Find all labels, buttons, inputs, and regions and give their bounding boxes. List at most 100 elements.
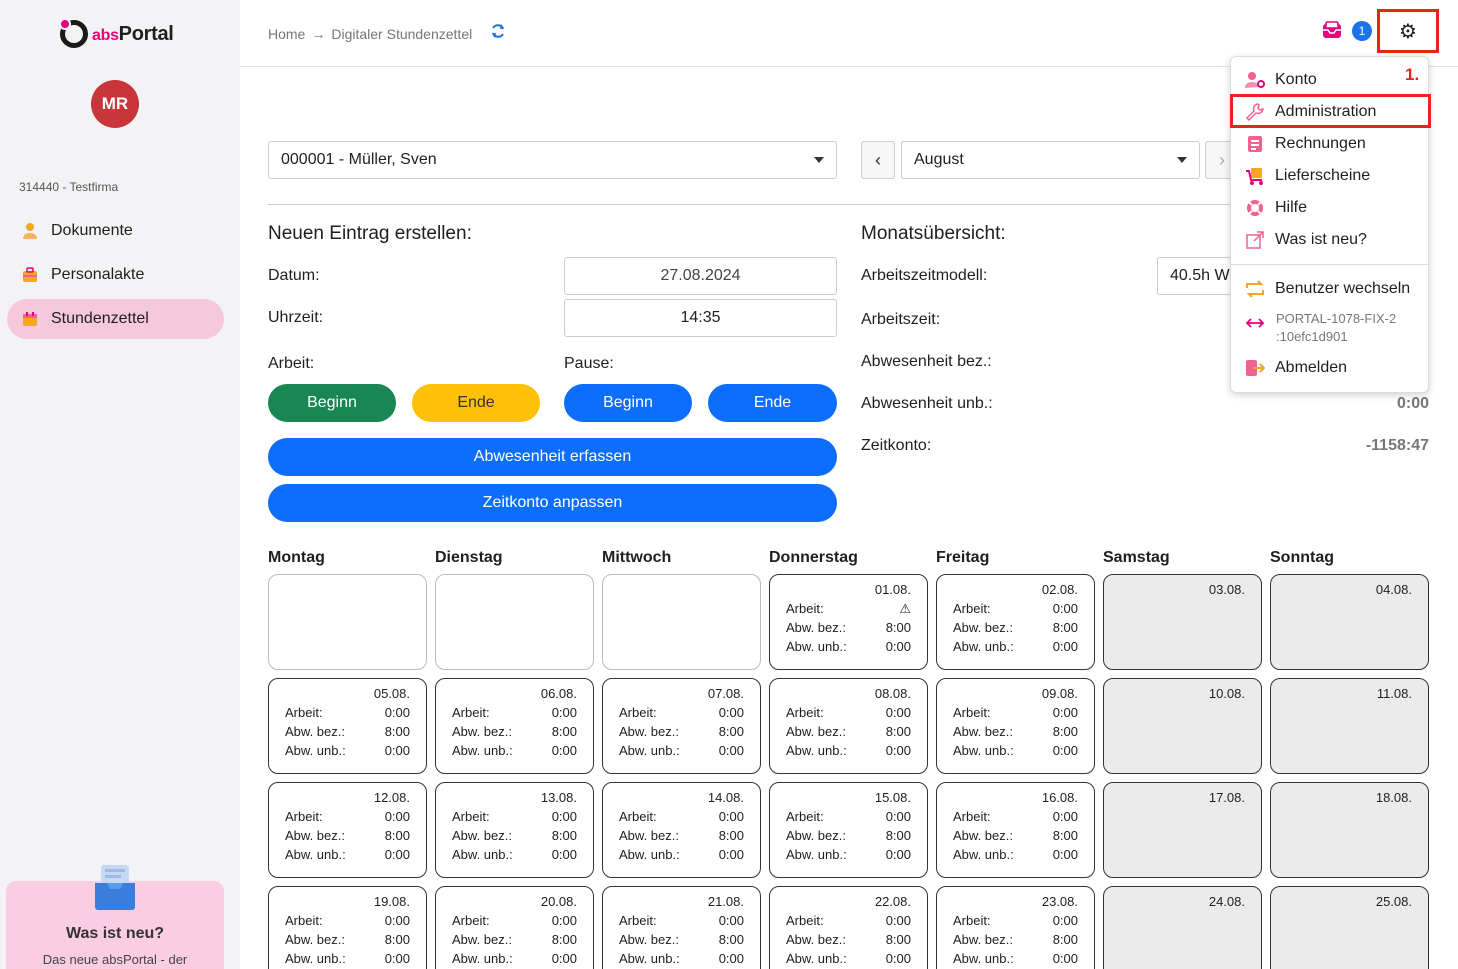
avatar[interactable]: MR — [91, 80, 139, 128]
calendar-day-row-unpaid: Abw. unb.: 0:00 — [786, 639, 911, 654]
calendar-day-cell[interactable]: 03.08. — [1103, 574, 1262, 670]
row-value: 8:00 — [885, 724, 911, 739]
calendar-day-cell[interactable]: 25.08. — [1270, 886, 1429, 969]
whats-new-text: Das neue absPortal - der — [42, 952, 188, 967]
row-value: 0:00 — [384, 743, 410, 758]
calendar-day-row-work: Arbeit: 0:00 — [786, 913, 911, 928]
calendar-day-date: 10.08. — [1208, 686, 1245, 701]
calendar-day-cell[interactable]: 19.08. Arbeit: 0:00 Abw. bez.: 8:00 Abw. unb.… — [268, 886, 427, 969]
portal-version: PORTAL-1078-FIX-2 :10efc1d901 — [1276, 310, 1396, 346]
warning-icon: ⚠ — [899, 601, 911, 616]
sidebar-item-stundenzettel[interactable]: Stundenzettel — [7, 299, 224, 339]
chevron-right-icon: › — [1219, 149, 1225, 170]
calendar-day-cell[interactable]: 20.08. Arbeit: 0:00 Abw. bez.: 8:00 Abw. unb.… — [435, 886, 594, 969]
calendar-day-row-work: Arbeit: 0:00 — [786, 705, 911, 720]
work-end-button[interactable]: Ende — [412, 384, 540, 422]
calendar-day-cell[interactable]: 07.08. Arbeit: 0:00 Abw. bez.: 8:00 Abw. unb.… — [602, 678, 761, 774]
date-field[interactable]: 27.08.2024 — [564, 257, 837, 295]
settings-button[interactable]: ⚙ — [1377, 9, 1439, 53]
menu-item-lieferscheine[interactable]: Lieferscheine — [1245, 166, 1370, 186]
row-label: Abw. bez.: — [285, 932, 345, 947]
pause-end-button[interactable]: Ende — [708, 384, 837, 422]
sidebar-item-dokumente[interactable]: Dokumente — [7, 211, 224, 251]
month-overview-title: Monatsübersicht: — [861, 223, 1006, 244]
whats-new-card[interactable]: Was ist neu? Das neue absPortal - der — [6, 865, 224, 969]
calendar-day-cell[interactable]: 15.08. Arbeit: 0:00 Abw. bez.: 8:00 Abw. unb.… — [769, 782, 928, 878]
calendar-day-cell[interactable]: 10.08. — [1103, 678, 1262, 774]
menu-item-konto[interactable]: Konto — [1245, 70, 1317, 90]
calendar-day-row-work: Arbeit: ⚠ — [786, 601, 911, 617]
chevron-down-icon — [1177, 157, 1187, 163]
refresh-icon[interactable] — [490, 23, 506, 44]
row-label: Abw. unb.: — [953, 743, 1014, 758]
calendar-day-cell[interactable]: 14.08. Arbeit: 0:00 Abw. bez.: 8:00 Abw. unb.… — [602, 782, 761, 878]
date-label: Datum: — [268, 267, 320, 284]
row-label: Abw. bez.: — [452, 828, 512, 843]
calendar-day-row-work: Arbeit: 0:00 — [452, 809, 577, 824]
row-value: 8:00 — [885, 620, 911, 635]
calendar-day-row-paid: Abw. bez.: 8:00 — [452, 724, 577, 739]
menu-item-rechnungen[interactable]: Rechnungen — [1245, 134, 1366, 154]
work-begin-button[interactable]: Beginn — [268, 384, 396, 422]
calendar-day-row-unpaid: Abw. unb.: 0:00 — [619, 951, 744, 966]
adjust-timeaccount-button[interactable]: Zeitkonto anpassen — [268, 484, 837, 522]
breadcrumb-home[interactable]: Home — [268, 26, 305, 42]
calendar-day-cell[interactable]: 11.08. — [1270, 678, 1429, 774]
arrows-horizontal-icon — [1245, 313, 1265, 333]
calendar-day-row-unpaid: Abw. unb.: 0:00 — [452, 951, 577, 966]
calendar-day-cell[interactable]: 08.08. Arbeit: 0:00 Abw. bez.: 8:00 Abw. unb.… — [769, 678, 928, 774]
pause-begin-button[interactable]: Beginn — [564, 384, 692, 422]
calendar-day-cell[interactable]: 21.08. Arbeit: 0:00 Abw. bez.: 8:00 Abw. unb.… — [602, 886, 761, 969]
calendar-day-cell[interactable]: 02.08. Arbeit: 0:00 Abw. bez.: 8:00 Abw. unb.… — [936, 574, 1095, 670]
notification-badge[interactable]: 1 — [1352, 21, 1372, 41]
menu-item-switch-user[interactable]: Benutzer wechseln — [1245, 279, 1410, 299]
row-value: 0:00 — [1052, 951, 1078, 966]
menu-item-whats-new[interactable]: Was ist neu? — [1245, 230, 1367, 250]
calendar-day-cell[interactable]: 06.08. Arbeit: 0:00 Abw. bez.: 8:00 Abw. unb.… — [435, 678, 594, 774]
row-label: Abw. unb.: — [285, 951, 346, 966]
row-value: 0:00 — [718, 743, 744, 758]
calendar-day-row-work: Arbeit: 0:00 — [285, 809, 410, 824]
calendar-day-cell[interactable]: 24.08. — [1103, 886, 1262, 969]
person-icon — [21, 222, 39, 240]
month-select[interactable]: August — [901, 141, 1200, 179]
calendar-day-cell[interactable]: 05.08. Arbeit: 0:00 Abw. bez.: 8:00 Abw. unb.… — [268, 678, 427, 774]
calendar-day-row-work: Arbeit: 0:00 — [953, 809, 1078, 824]
prev-month-button[interactable]: ‹ — [861, 141, 895, 179]
administration-highlight — [1230, 94, 1431, 128]
calendar-day-row-paid: Abw. bez.: 8:00 — [786, 620, 911, 635]
menu-item-logout[interactable]: Abmelden — [1245, 358, 1347, 378]
calendar-day-cell[interactable]: 22.08. Arbeit: 0:00 Abw. bez.: 8:00 Abw. unb.… — [769, 886, 928, 969]
menu-item-hilfe[interactable]: Hilfe — [1245, 198, 1307, 218]
calendar-day-cell[interactable]: 09.08. Arbeit: 0:00 Abw. bez.: 8:00 Abw. unb.… — [936, 678, 1095, 774]
breadcrumb-separator: → — [311, 25, 326, 42]
row-value: 0:00 — [1052, 809, 1078, 824]
sidebar: absPortal MR 314440 - Testfirma Dokument… — [0, 0, 240, 969]
row-value: 0:00 — [551, 743, 577, 758]
record-absence-button[interactable]: Abwesenheit erfassen — [268, 438, 837, 476]
calendar-day-cell[interactable]: 17.08. — [1103, 782, 1262, 878]
row-label: Arbeit: — [786, 809, 824, 824]
row-label: Abw. bez.: — [619, 724, 679, 739]
calendar-day-cell[interactable]: 04.08. — [1270, 574, 1429, 670]
row-label: Abw. unb.: — [619, 743, 680, 758]
calendar-day-cell[interactable]: 12.08. Arbeit: 0:00 Abw. bez.: 8:00 Abw. unb.… — [268, 782, 427, 878]
row-label: Arbeit: — [285, 913, 323, 928]
row-label: Abw. unb.: — [452, 951, 513, 966]
calendar-day-date: 09.08. — [1041, 686, 1078, 701]
logo[interactable]: absPortal — [59, 18, 174, 48]
calendar-day-cell[interactable]: 23.08. Arbeit: 0:00 Abw. bez.: 8:00 Abw. unb.… — [936, 886, 1095, 969]
calendar-day-cell[interactable]: 18.08. — [1270, 782, 1429, 878]
logo-text: absPortal — [92, 22, 174, 45]
row-value: 0:00 — [885, 639, 911, 654]
sidebar-item-personalakte[interactable]: Personalakte — [7, 255, 224, 295]
calendar-day-cell[interactable]: 16.08. Arbeit: 0:00 Abw. bez.: 8:00 Abw. unb.… — [936, 782, 1095, 878]
pause-label: Pause: — [564, 355, 614, 372]
calendar-day-cell[interactable]: 01.08. Arbeit: ⚠ Abw. bez.: 8:00 Abw. unb.: 0:… — [769, 574, 928, 670]
gear-icon: ⚙ — [1399, 20, 1417, 43]
messages-icon[interactable] — [1322, 21, 1344, 41]
calendar-day-cell[interactable]: 13.08. Arbeit: 0:00 Abw. bez.: 8:00 Abw. unb.… — [435, 782, 594, 878]
calendar-day-row-unpaid: Abw. unb.: 0:00 — [285, 743, 410, 758]
time-field[interactable]: 14:35 — [564, 299, 837, 337]
employee-select[interactable]: 000001 - Müller, Sven — [268, 141, 837, 179]
